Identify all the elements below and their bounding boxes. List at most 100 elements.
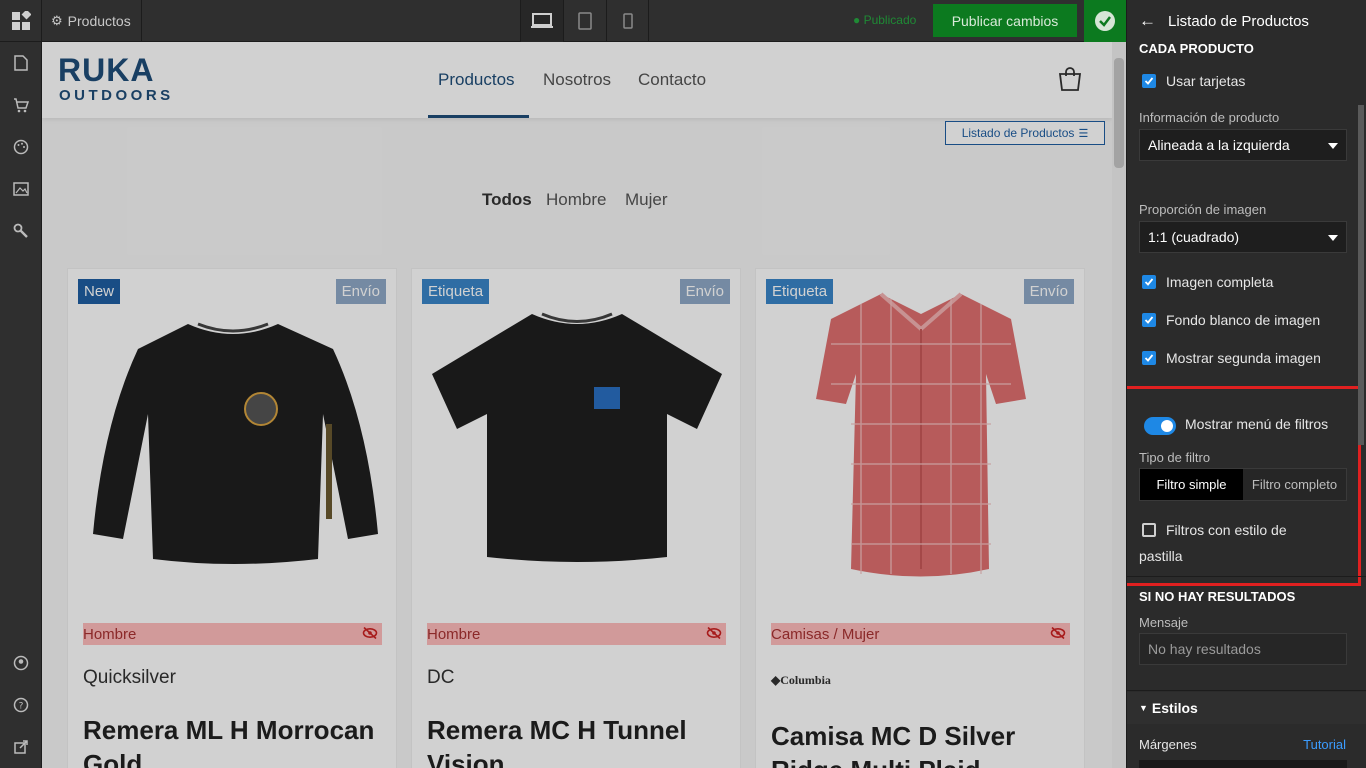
product-card[interactable]: Etiqueta Envío Camisas / Mujer ◆Columbia… <box>755 268 1085 768</box>
published-status: ● Publicado <box>853 13 917 27</box>
mobile-icon[interactable] <box>606 0 649 42</box>
apps-icon[interactable] <box>0 0 42 42</box>
eye-off-icon[interactable] <box>1050 626 1070 643</box>
margins-label: Márgenes <box>1139 737 1197 752</box>
filter-full-option[interactable]: Filtro completo <box>1243 469 1346 500</box>
svg-text:?: ? <box>19 702 24 712</box>
editor-app: ⚙ Productos ● Publicado Publicar cambios <box>0 0 1366 768</box>
product-category: Hombre <box>83 625 137 643</box>
pill-filters-label-cont: pastilla <box>1139 548 1183 564</box>
product-image[interactable] <box>412 269 742 599</box>
caret-down-icon <box>1328 143 1338 149</box>
section-title-no-results: SI NO HAY RESULTADOS <box>1139 589 1296 604</box>
second-image-checkbox[interactable] <box>1142 351 1156 365</box>
image-icon[interactable] <box>0 168 42 210</box>
image-ratio-value: 1:1 (cuadrado) <box>1148 229 1240 245</box>
left-toolbar: ? <box>0 42 42 768</box>
caret-down-icon <box>1328 235 1338 241</box>
back-arrow-icon[interactable]: ← <box>1139 11 1156 31</box>
category-bar: Camisas / Mujer <box>771 623 1070 645</box>
palette-icon[interactable] <box>0 126 42 168</box>
site-header: RUKA OUTDOORS Productos Nosotros Contact… <box>42 42 1112 118</box>
status-check-icon[interactable] <box>1084 0 1126 42</box>
filter-type-label: Tipo de filtro <box>1139 450 1211 465</box>
page-name: Productos <box>67 13 131 29</box>
external-link-icon[interactable] <box>0 726 42 768</box>
wrench-icon[interactable] <box>0 210 42 252</box>
shipping-badge: Envío <box>1023 279 1074 304</box>
white-bg-checkbox[interactable] <box>1142 313 1156 327</box>
use-cards-label: Usar tarjetas <box>1166 73 1246 89</box>
caret-down-icon: ▼ <box>1139 703 1148 713</box>
image-ratio-select[interactable]: 1:1 (cuadrado) <box>1139 221 1347 253</box>
pill-filters-label: Filtros con estilo de <box>1166 522 1287 538</box>
shopping-bag-icon[interactable] <box>1058 66 1082 97</box>
page-icon[interactable] <box>0 42 42 84</box>
section-title-card: CADA PRODUCTO <box>1139 41 1254 56</box>
divider <box>1127 576 1366 577</box>
divider <box>1127 690 1366 691</box>
styles-section-header[interactable]: ▼ Estilos <box>1127 692 1366 724</box>
full-image-label: Imagen completa <box>1166 274 1274 290</box>
use-cards-checkbox[interactable] <box>1142 74 1156 88</box>
page-selector[interactable]: ⚙ Productos <box>42 0 142 42</box>
message-label: Mensaje <box>1139 615 1189 630</box>
nav-contacto[interactable]: Contacto <box>638 70 706 90</box>
nav-nosotros[interactable]: Nosotros <box>543 70 611 90</box>
second-image-label: Mostrar segunda imagen <box>1166 350 1321 366</box>
product-brand: Quicksilver <box>83 667 176 688</box>
category-bar: Hombre <box>83 623 382 645</box>
nav-productos[interactable]: Productos <box>438 70 515 90</box>
product-card[interactable]: New Envío Hombre Quicksilver Remera ML H… <box>67 268 397 768</box>
settings-panel: ← Listado de Productos CADA PRODUCTO Usa… <box>1126 0 1366 768</box>
sliders-icon: ☰ <box>1078 127 1089 140</box>
margins-control[interactable] <box>1139 760 1347 768</box>
product-name[interactable]: Remera MC H Tunnel Vision <box>427 713 727 768</box>
device-switcher <box>520 0 649 42</box>
product-badge: New <box>78 279 121 304</box>
panel-scrollbar[interactable] <box>1358 105 1364 445</box>
desktop-icon[interactable] <box>520 0 563 42</box>
filter-hombre[interactable]: Hombre <box>546 190 606 210</box>
top-bar: ⚙ Productos ● Publicado Publicar cambios <box>0 0 1126 42</box>
preview-scroll-thumb[interactable] <box>1114 58 1124 168</box>
section-chip[interactable]: Listado de Productos ☰ <box>945 121 1105 145</box>
eye-off-icon[interactable] <box>706 626 726 643</box>
eye-off-icon[interactable] <box>362 626 382 643</box>
toggle-knob <box>1161 420 1173 432</box>
site-logo[interactable]: RUKA <box>58 52 154 89</box>
pill-filters-checkbox[interactable] <box>1142 523 1156 537</box>
ratio-label: Proporción de imagen <box>1139 202 1267 217</box>
gear-icon: ⚙ <box>51 13 63 28</box>
show-filters-label: Mostrar menú de filtros <box>1185 416 1329 432</box>
styles-title: Estilos <box>1151 700 1198 716</box>
cart-icon[interactable] <box>0 84 42 126</box>
show-filters-toggle[interactable] <box>1144 417 1176 435</box>
category-bar: Hombre <box>427 623 726 645</box>
product-card[interactable]: Etiqueta Envío Hombre DC Remera MC H Tun… <box>411 268 741 768</box>
product-badge: Etiqueta <box>422 279 490 304</box>
product-name[interactable]: Remera ML H Morrocan Gold <box>83 713 383 768</box>
product-image[interactable] <box>68 269 398 599</box>
filter-mujer[interactable]: Mujer <box>625 190 668 210</box>
account-icon[interactable] <box>0 642 42 684</box>
site-preview: RUKA OUTDOORS Productos Nosotros Contact… <box>42 42 1126 768</box>
product-image[interactable] <box>756 269 1086 599</box>
tablet-icon[interactable] <box>563 0 606 42</box>
panel-title: Listado de Productos <box>1168 12 1309 30</box>
filter-simple-option[interactable]: Filtro simple <box>1140 469 1243 500</box>
publish-changes-button[interactable]: Publicar cambios <box>933 4 1077 37</box>
tutorial-link[interactable]: Tutorial <box>1303 737 1346 752</box>
nav-active-underline <box>428 115 529 118</box>
filter-type-segmented: Filtro simple Filtro completo <box>1139 468 1347 501</box>
filter-todos[interactable]: Todos <box>482 190 532 210</box>
help-icon[interactable]: ? <box>0 684 42 726</box>
full-image-checkbox[interactable] <box>1142 275 1156 289</box>
product-name[interactable]: Camisa MC D Silver Ridge Multi Plaid <box>771 719 1071 768</box>
white-bg-label: Fondo blanco de imagen <box>1166 312 1321 328</box>
product-category: Camisas / Mujer <box>771 625 880 643</box>
info-alignment-select[interactable]: Alineada a la izquierda <box>1139 129 1347 161</box>
no-results-message-input[interactable]: No hay resultados <box>1139 633 1347 665</box>
info-label: Información de producto <box>1139 110 1280 125</box>
panel-header: ← Listado de Productos <box>1127 0 1366 42</box>
